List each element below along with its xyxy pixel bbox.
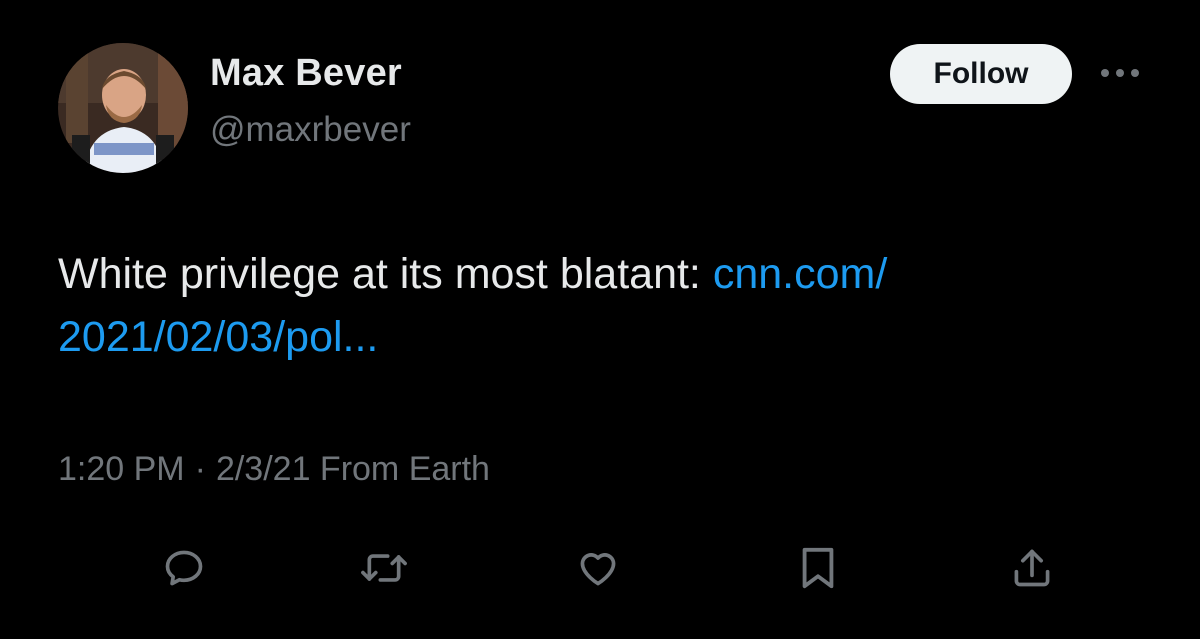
tweet-time[interactable]: 1:20 PM (58, 450, 185, 488)
share-icon (1014, 549, 1050, 587)
tweet-body-text: White privilege at its most blatant: (58, 250, 713, 298)
more-options-button[interactable] (1098, 59, 1142, 87)
author-display-name[interactable]: Max Bever (210, 52, 402, 95)
bookmark-icon (802, 547, 834, 589)
tweet-date-source[interactable]: 2/3/21 From Earth (216, 450, 490, 488)
reply-button[interactable] (156, 540, 212, 596)
avatar-image (58, 43, 188, 173)
retweet-icon (361, 554, 407, 582)
follow-button[interactable]: Follow (890, 44, 1072, 104)
retweet-button[interactable] (356, 540, 412, 596)
tweet: Max Bever @maxrbever Follow White privil… (0, 0, 1200, 639)
like-button[interactable] (570, 540, 626, 596)
heart-icon (580, 553, 616, 586)
author-handle[interactable]: @maxrbever (210, 110, 411, 150)
more-horizontal-icon (1101, 69, 1139, 77)
meta-separator: · (194, 450, 206, 488)
bookmark-button[interactable] (790, 540, 846, 596)
reply-icon (165, 550, 203, 586)
tweet-link-part2[interactable]: 2021/02/03/pol... (58, 313, 378, 361)
share-button[interactable] (1004, 540, 1060, 596)
avatar[interactable] (58, 43, 188, 173)
tweet-link-part1[interactable]: cnn.com/ (713, 250, 887, 298)
tweet-text: White privilege at its most blatant: cnn… (58, 243, 1158, 369)
tweet-meta: 1:20 PM · 2/3/21 From Earth (58, 450, 490, 489)
action-bar (0, 540, 1200, 600)
